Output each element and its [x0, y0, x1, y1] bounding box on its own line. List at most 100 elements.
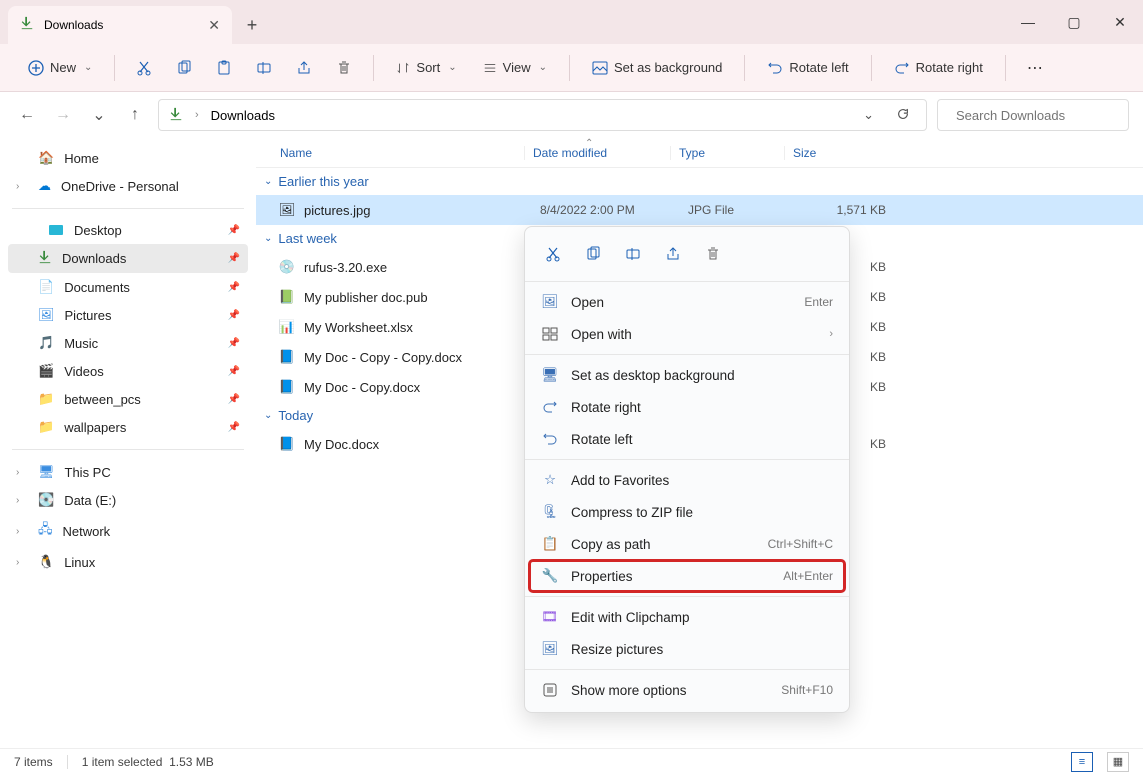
status-selected: 1 item selected 1.53 MB: [82, 755, 214, 769]
sort-button[interactable]: Sort ⌄: [386, 54, 466, 81]
ctx-add-favorites[interactable]: ☆Add to Favorites: [525, 464, 849, 496]
sidebar-item-music[interactable]: 🎵Music📌: [8, 329, 248, 357]
ctx-open[interactable]: 🖼OpenEnter: [525, 286, 849, 318]
recent-button[interactable]: ⌄: [86, 102, 112, 128]
minimize-button[interactable]: ―: [1005, 0, 1051, 44]
ctx-rotate-right[interactable]: Rotate right: [525, 391, 849, 423]
search-box[interactable]: [937, 99, 1129, 131]
image-file-icon: 🖼: [278, 201, 296, 219]
tab-close-icon[interactable]: ✕: [208, 17, 220, 34]
ctx-edit-clipchamp[interactable]: 🎞Edit with Clipchamp: [525, 601, 849, 633]
file-row[interactable]: 🖼 pictures.jpg 8/4/2022 2:00 PM JPG File…: [256, 195, 1143, 225]
thumbnails-view-button[interactable]: ▦: [1107, 752, 1129, 772]
more-button[interactable]: ⋯: [1018, 51, 1052, 85]
new-button[interactable]: New ⌄: [18, 54, 102, 82]
rotate-right-button[interactable]: Rotate right: [884, 54, 993, 81]
sidebar-item-onedrive[interactable]: ›☁OneDrive - Personal: [8, 172, 248, 200]
ctx-resize-pictures[interactable]: 🖼Resize pictures: [525, 633, 849, 665]
group-earlier-this-year[interactable]: ⌄Earlier this year: [256, 168, 1143, 195]
chevron-right-icon[interactable]: ›: [16, 557, 28, 568]
network-icon: 🖧: [38, 520, 53, 542]
copy-path-icon: 📋: [541, 535, 559, 553]
properties-icon: 🔧: [541, 567, 559, 585]
chevron-right-icon: ›: [195, 109, 199, 121]
sidebar-item-this-pc[interactable]: ›🖥This PC: [8, 458, 248, 486]
ctx-set-desktop-bg[interactable]: 🖥Set as desktop background: [525, 359, 849, 391]
delete-button[interactable]: [327, 51, 361, 85]
ctx-properties[interactable]: 🔧PropertiesAlt+Enter: [529, 560, 845, 592]
sidebar-item-videos[interactable]: 🎬Videos📌: [8, 357, 248, 385]
ctx-share-button[interactable]: [657, 239, 689, 269]
chevron-right-icon[interactable]: ›: [16, 526, 28, 537]
close-button[interactable]: ✕: [1097, 0, 1143, 44]
computer-icon: 🖥: [38, 464, 55, 480]
back-button[interactable]: ←: [14, 102, 40, 128]
copy-button[interactable]: [167, 51, 201, 85]
address-dropdown[interactable]: ⌄: [857, 107, 880, 123]
tab-downloads[interactable]: Downloads ✕: [8, 6, 232, 44]
chevron-down-icon: ⌄: [448, 62, 456, 73]
chevron-right-icon: ›: [829, 328, 833, 340]
ctx-compress-zip[interactable]: 🗜Compress to ZIP file: [525, 496, 849, 528]
up-button[interactable]: ↑: [122, 102, 148, 128]
sidebar-item-downloads[interactable]: Downloads📌: [8, 244, 248, 273]
sidebar-item-documents[interactable]: 📄Documents📌: [8, 273, 248, 301]
desktop-bg-icon: 🖥: [541, 366, 559, 384]
word-file-icon: 📘: [278, 435, 296, 453]
toolbar: New ⌄ Sort ⌄ View ⌄ Set as background Ro…: [0, 44, 1143, 92]
refresh-button[interactable]: [890, 107, 916, 124]
column-headers: Name Date modified Type Size: [256, 138, 1143, 168]
address-bar[interactable]: › Downloads ⌄: [158, 99, 927, 131]
breadcrumb-segment[interactable]: Downloads: [211, 108, 275, 123]
sidebar-item-wallpapers[interactable]: 📁wallpapers📌: [8, 413, 248, 441]
ctx-rotate-left[interactable]: Rotate left: [525, 423, 849, 455]
column-type[interactable]: Type: [670, 146, 784, 160]
cloud-icon: ☁: [38, 178, 51, 194]
rotate-right-icon: [894, 61, 910, 75]
ctx-copy-button[interactable]: [577, 239, 609, 269]
sidebar-item-network[interactable]: ›🖧Network: [8, 514, 248, 548]
ctx-copy-path[interactable]: 📋Copy as pathCtrl+Shift+C: [525, 528, 849, 560]
titlebar: Downloads ✕ + ― ▢ ✕: [0, 0, 1143, 44]
download-icon: [38, 250, 52, 267]
chevron-down-icon: ⌄: [84, 62, 92, 73]
rotate-left-button[interactable]: Rotate left: [757, 54, 858, 81]
search-input[interactable]: [956, 108, 1132, 123]
details-view-button[interactable]: ≡: [1071, 752, 1093, 772]
ctx-cut-button[interactable]: [537, 239, 569, 269]
chevron-down-icon: ⌄: [264, 410, 272, 421]
zip-icon: 🗜: [541, 503, 559, 521]
sidebar-item-data[interactable]: ›💽Data (E:): [8, 486, 248, 514]
view-button[interactable]: View ⌄: [473, 54, 557, 81]
rotate-right-icon: [541, 398, 559, 416]
new-tab-button[interactable]: +: [232, 6, 272, 44]
ctx-delete-button[interactable]: [697, 239, 729, 269]
open-icon: 🖼: [541, 293, 559, 311]
sidebar-item-home[interactable]: 🏠Home: [8, 144, 248, 172]
ctx-rename-button[interactable]: [617, 239, 649, 269]
cut-button[interactable]: [127, 51, 161, 85]
sidebar-item-pictures[interactable]: 🖼Pictures📌: [8, 301, 248, 329]
column-name[interactable]: Name: [280, 146, 524, 160]
sidebar-item-between-pcs[interactable]: 📁between_pcs📌: [8, 385, 248, 413]
ctx-open-with[interactable]: Open with›: [525, 318, 849, 350]
star-icon: ☆: [541, 471, 559, 489]
paste-button[interactable]: [207, 51, 241, 85]
chevron-right-icon[interactable]: ›: [16, 467, 28, 478]
sidebar-item-linux[interactable]: ›🐧Linux: [8, 548, 248, 576]
column-size[interactable]: Size: [784, 146, 868, 160]
open-with-icon: [541, 325, 559, 343]
rename-button[interactable]: [247, 51, 281, 85]
home-icon: 🏠: [38, 150, 54, 166]
column-date[interactable]: Date modified: [524, 146, 670, 160]
share-button[interactable]: [287, 51, 321, 85]
chevron-right-icon[interactable]: ›: [16, 181, 28, 192]
maximize-button[interactable]: ▢: [1051, 0, 1097, 44]
set-background-button[interactable]: Set as background: [582, 54, 732, 81]
forward-button[interactable]: →: [50, 102, 76, 128]
music-icon: 🎵: [38, 335, 54, 351]
ctx-show-more[interactable]: Show more optionsShift+F10: [525, 674, 849, 706]
sidebar-item-desktop[interactable]: Desktop📌: [8, 217, 248, 244]
word-file-icon: 📘: [278, 348, 296, 366]
chevron-right-icon[interactable]: ›: [16, 495, 28, 506]
